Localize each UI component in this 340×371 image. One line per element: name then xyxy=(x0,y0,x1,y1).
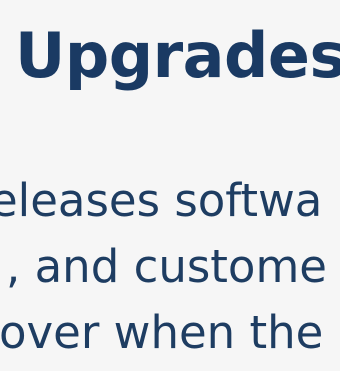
paragraph-line: eleases softwa xyxy=(0,174,323,227)
section-heading: Upgrades xyxy=(15,19,340,92)
paragraph-line: over when the xyxy=(0,306,324,359)
paragraph-line: , and custome xyxy=(6,240,327,293)
page-content: Upgrades eleases softwa , and custome ov… xyxy=(0,0,340,371)
paragraph: eleases softwa , and custome over when t… xyxy=(0,168,327,366)
